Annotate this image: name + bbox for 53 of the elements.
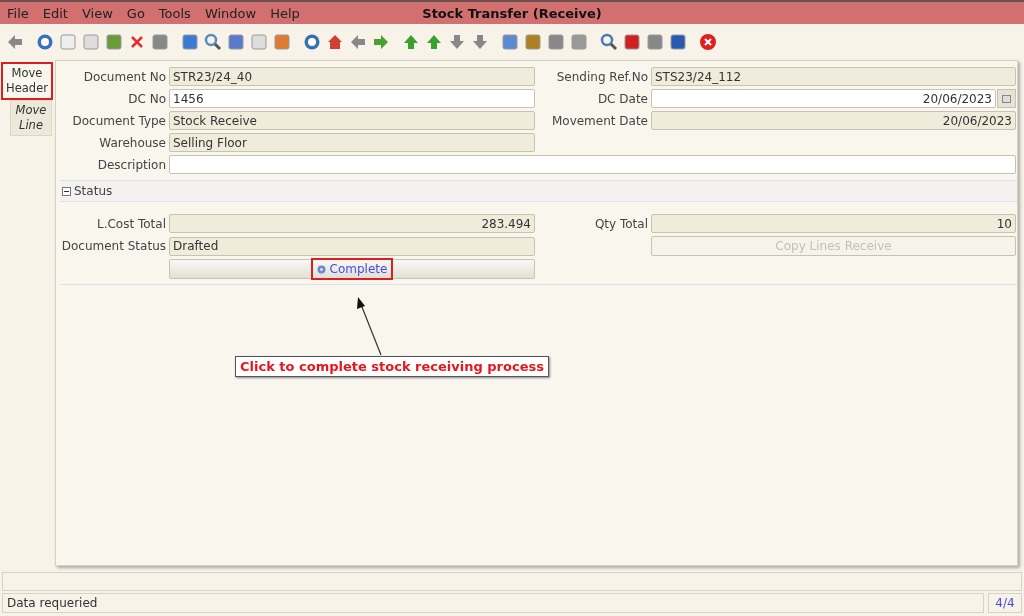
field-label: DC Date <box>596 91 648 106</box>
status-message: Data requeried <box>2 593 984 613</box>
calendar-button[interactable] <box>997 89 1016 108</box>
field-label: Document No <box>82 69 166 84</box>
input-field[interactable]: STS23/24_112 <box>651 67 1016 86</box>
down-icon[interactable] <box>448 33 466 51</box>
field-label: Warehouse <box>98 135 166 150</box>
field-label: Qty Total <box>593 216 648 231</box>
menu-item[interactable]: Go <box>119 5 152 21</box>
back-icon[interactable] <box>349 33 367 51</box>
input-field[interactable]: Selling Floor <box>169 133 535 152</box>
field-label: Document Status <box>60 239 166 253</box>
record-counter: 4/4 <box>988 593 1022 613</box>
field-label: Sending Ref.No <box>555 69 648 84</box>
menu-item[interactable]: Edit <box>35 5 75 21</box>
input-field[interactable]: 1456 <box>169 89 535 108</box>
calendar-icon <box>1002 94 1011 103</box>
input-field[interactable] <box>169 155 1016 174</box>
forward-icon[interactable] <box>372 33 390 51</box>
input-field[interactable]: Drafted <box>169 236 535 256</box>
input-field[interactable]: Stock Receive <box>169 111 535 130</box>
last-record-icon[interactable] <box>471 33 489 51</box>
complete-button[interactable]: Complete <box>169 259 535 279</box>
pointer-arrow <box>354 296 384 356</box>
collapse-icon[interactable] <box>62 186 71 196</box>
field-label: DC No <box>127 91 166 106</box>
gear-icon <box>316 264 326 274</box>
home-icon[interactable] <box>326 33 344 51</box>
input-field[interactable]: 10 <box>651 214 1016 233</box>
menu-item[interactable]: View <box>74 5 120 21</box>
field-label: Document Type <box>71 113 166 128</box>
field-label: L.Cost Total <box>95 216 166 231</box>
input-field[interactable]: 20/06/2023 <box>651 89 996 108</box>
input-field[interactable]: 20/06/2023 <box>651 111 1016 130</box>
window-title: Stock Transfer (Receive) <box>422 5 602 21</box>
field-label: Movement Date <box>550 113 648 128</box>
annotation-callout: Click to complete stock receiving process <box>235 356 549 377</box>
field-label: Description <box>96 157 166 172</box>
menu-item[interactable]: Tools <box>151 5 198 21</box>
tab[interactable]: Move Header <box>1 62 53 100</box>
section-title: Status <box>74 184 113 198</box>
menu-item[interactable]: File <box>0 5 36 21</box>
menu-item[interactable]: Help <box>263 5 307 21</box>
tab[interactable]: Move Line <box>10 100 52 136</box>
zoom-icon[interactable] <box>600 33 618 51</box>
undo-icon[interactable] <box>6 33 24 51</box>
up-icon[interactable] <box>425 33 443 51</box>
menu-item[interactable]: Window <box>197 5 264 21</box>
search-icon[interactable] <box>204 33 222 51</box>
close-icon[interactable] <box>699 33 717 51</box>
first-record-icon[interactable] <box>402 33 420 51</box>
input-field[interactable]: STR23/24_40 <box>169 67 535 86</box>
input-field[interactable]: 283.494 <box>169 214 535 233</box>
